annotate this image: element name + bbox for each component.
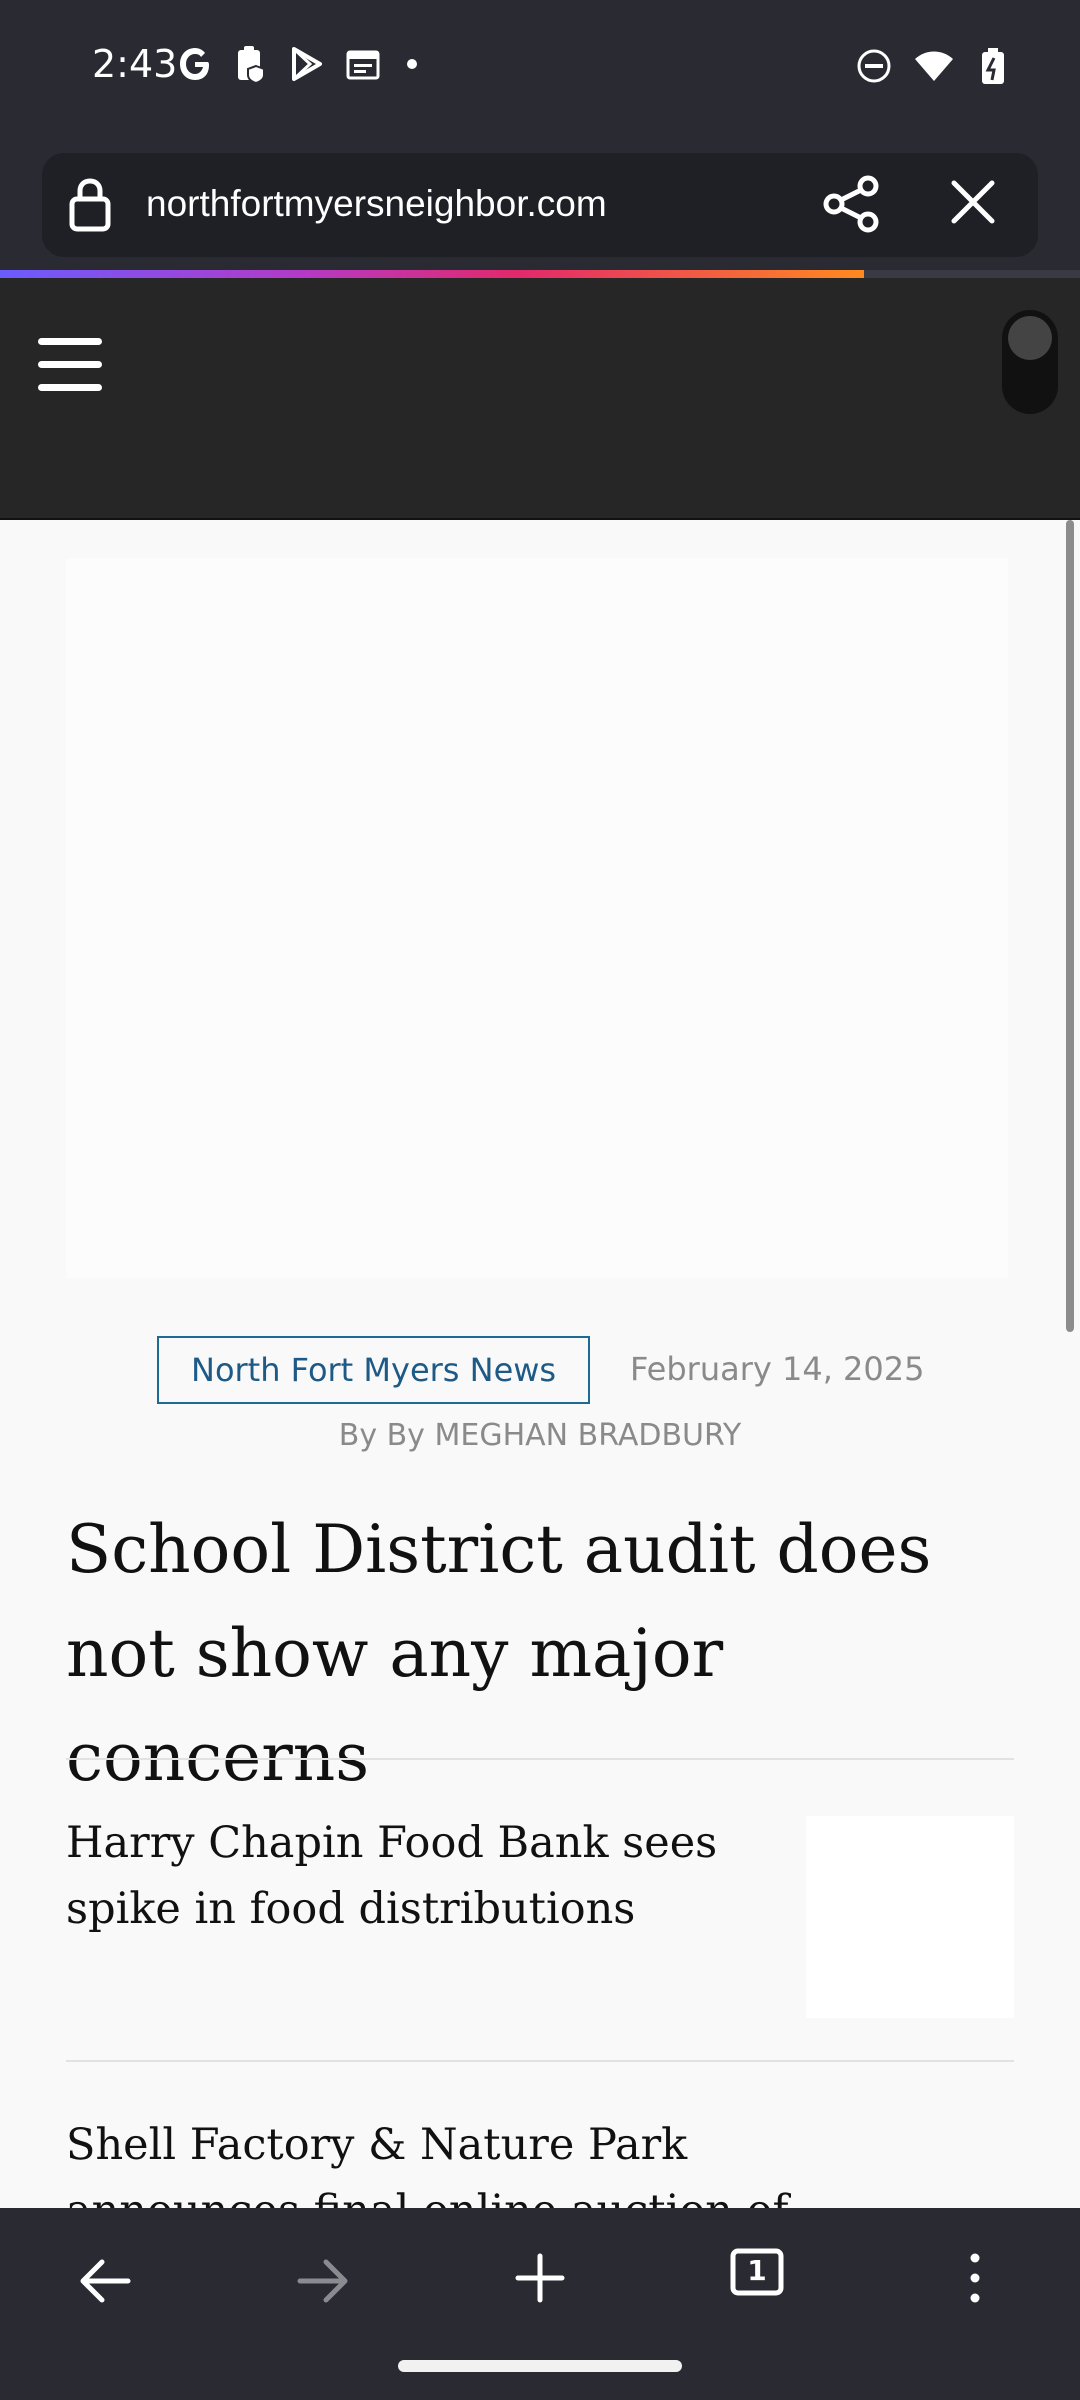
status-bar: 2:43 [0, 0, 1080, 140]
scrollbar[interactable] [1066, 520, 1074, 1332]
article-date: February 14, 2025 [630, 1350, 925, 1388]
related-story-title[interactable]: Shell Factory & Nature Park announces fi… [66, 2112, 826, 2208]
calendar-icon [346, 50, 380, 80]
divider [66, 1758, 1014, 1760]
url-text[interactable]: northfortmyersneighbor.com [146, 183, 607, 225]
lock-icon [69, 178, 111, 232]
battery-charging-icon [982, 48, 1004, 84]
site-header [0, 278, 1080, 520]
forward-icon[interactable] [296, 2256, 350, 2306]
close-icon[interactable] [948, 177, 998, 227]
dark-mode-toggle[interactable] [1002, 310, 1058, 414]
menu-icon[interactable] [38, 338, 102, 392]
url-bar[interactable]: northfortmyersneighbor.com [42, 153, 1038, 257]
article-byline: By By MEGHAN BRADBURY [338, 1418, 742, 1453]
divider [66, 2060, 1014, 2062]
status-time: 2:43 [92, 42, 178, 86]
ad-placeholder [66, 558, 1008, 1278]
back-icon[interactable] [78, 2256, 132, 2306]
related-story-thumbnail[interactable] [806, 1816, 1014, 2018]
google-icon [180, 48, 209, 80]
clipboard-shield-icon [238, 46, 265, 84]
article-headline[interactable]: School District audit does not show any … [66, 1498, 1026, 1810]
more-icon[interactable] [960, 2250, 990, 2306]
status-notification-icons [178, 44, 422, 84]
page-load-progress [0, 270, 864, 278]
related-story-title[interactable]: Harry Chapin Food Bank sees spike in foo… [66, 1810, 766, 1942]
dot-icon [407, 59, 417, 69]
status-system-icons [856, 46, 1010, 86]
category-tag[interactable]: North Fort Myers News [157, 1336, 591, 1404]
share-icon[interactable] [822, 175, 882, 233]
home-indicator[interactable] [398, 2360, 682, 2372]
tab-count: 1 [747, 2254, 767, 2287]
tabs-icon[interactable]: 1 [730, 2248, 784, 2300]
wifi-icon [915, 51, 953, 81]
new-tab-icon[interactable] [514, 2252, 566, 2304]
do-not-disturb-icon [857, 49, 891, 83]
play-store-icon [292, 47, 322, 81]
toggle-knob [1008, 316, 1052, 360]
article-content: North Fort Myers News February 14, 2025 … [0, 520, 1080, 2208]
